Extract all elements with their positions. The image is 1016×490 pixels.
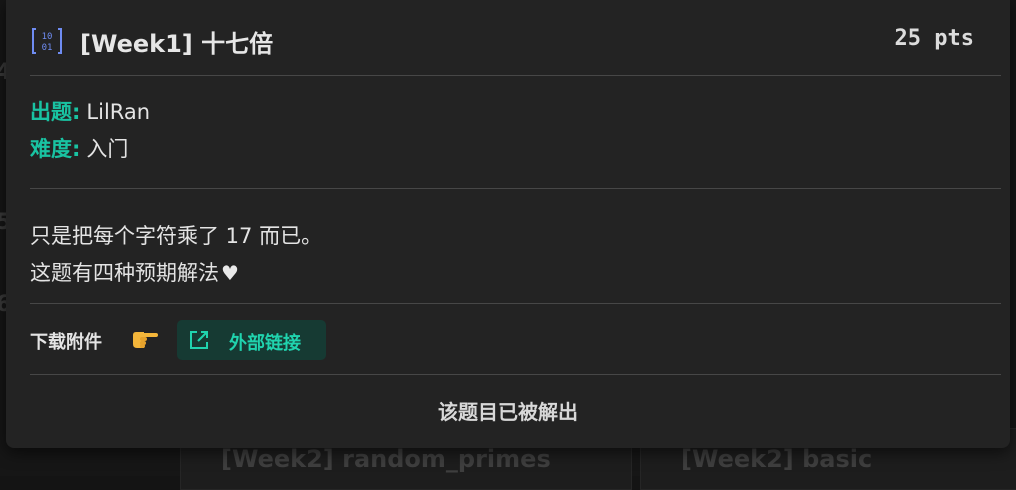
divider (30, 188, 1001, 189)
challenge-title: [Week1] 十七倍 (80, 30, 274, 58)
solved-status: 该题目已被解出 (438, 400, 578, 424)
description-text: 这题有四种预期解法 (30, 261, 219, 285)
heart-icon: ♥ (221, 261, 239, 285)
difficulty-label: 难度: (30, 137, 81, 161)
author-label: 出题: (30, 100, 81, 124)
difficulty-row: 难度: 入门 (30, 133, 128, 163)
modal-header: 10 01 [Week1] 十七倍 25 pts (6, 0, 1010, 76)
external-link-button[interactable]: 外部链接 (177, 320, 326, 360)
divider (30, 303, 1001, 304)
challenge-modal: 10 01 [Week1] 十七倍 25 pts 出题: LilRan 难度: 入门… (6, 0, 1010, 448)
external-link-icon (188, 329, 210, 351)
external-link-label: 外部链接 (229, 333, 301, 354)
author-row: 出题: LilRan (30, 96, 150, 126)
background-card-title: [Week2] random_primes (221, 445, 551, 473)
svg-text:10: 10 (42, 32, 53, 42)
description-line: 只是把每个字符乘了 17 而已。 (30, 224, 323, 248)
svg-text:01: 01 (42, 43, 53, 53)
author-value: LilRan (86, 100, 151, 124)
description-line: 这题有四种预期解法 ♥ (30, 257, 239, 287)
background-card-title: [Week2] basic (681, 445, 873, 473)
difficulty-value: 入门 (86, 137, 129, 161)
divider (30, 75, 1001, 76)
divider (30, 374, 1001, 375)
download-attachment-label: 下载附件 (30, 332, 102, 353)
binary-icon: 10 01 (31, 27, 63, 55)
pointing-hand-icon (130, 324, 160, 352)
challenge-points: 25 pts (894, 26, 974, 51)
